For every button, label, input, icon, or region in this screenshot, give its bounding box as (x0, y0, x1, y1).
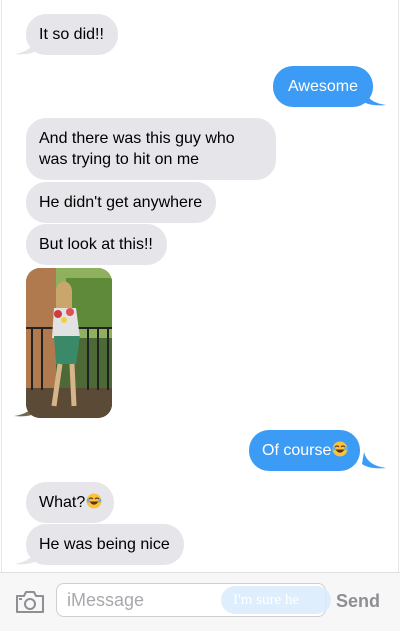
message-text: And there was this guy who was trying to… (39, 130, 235, 168)
message-text: Awesome (288, 78, 358, 95)
laughing-crying-emoji-icon (332, 441, 348, 457)
photo-attachment[interactable] (26, 268, 112, 418)
message-received[interactable]: But look at this!! (26, 224, 167, 265)
input-placeholder: iMessage (67, 590, 145, 610)
message-received[interactable]: He didn't get anywhere (26, 182, 217, 223)
message-text: What? (39, 494, 86, 511)
send-button[interactable]: Send (336, 591, 380, 612)
message-text: But look at this!! (39, 236, 153, 253)
message-sent[interactable]: Of course (249, 430, 361, 471)
message-input-bar: iMessage I'm sure he Send (0, 572, 400, 631)
ghost-typed-text: I'm sure he (221, 586, 331, 614)
message-received[interactable]: And there was this guy who was trying to… (26, 118, 276, 180)
right-edge (398, 0, 399, 630)
camera-icon[interactable] (15, 590, 45, 614)
imessage-input[interactable]: iMessage I'm sure he (56, 583, 331, 617)
message-received[interactable]: It so did!! (26, 14, 118, 55)
message-text: He was being nice (39, 536, 170, 553)
message-text: Of course (262, 442, 332, 459)
photo-image (26, 268, 112, 418)
message-text: It so did!! (39, 26, 104, 43)
message-text: He didn't get anywhere (39, 194, 203, 211)
message-received[interactable]: He was being nice (26, 524, 184, 565)
message-sent[interactable]: Awesome (273, 66, 373, 107)
laughing-crying-emoji-icon (86, 493, 102, 509)
left-edge (1, 0, 2, 630)
message-received[interactable]: What? (26, 482, 115, 523)
bubble-tail (362, 452, 386, 469)
